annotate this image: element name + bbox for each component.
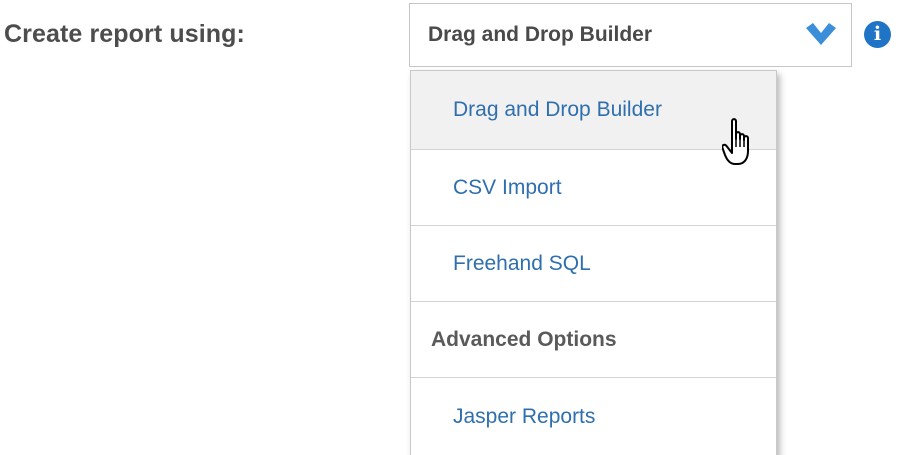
select-toggle-button[interactable] [791,4,851,66]
info-icon[interactable]: i [864,21,891,48]
create-report-label: Create report using: [4,20,245,48]
menu-item-label: Jasper Reports [453,405,596,428]
menu-group-header-label: Advanced Options [431,327,617,351]
menu-item-jasper-reports[interactable]: Jasper Reports [411,378,776,455]
select-current-value: Drag and Drop Builder [428,23,653,46]
menu-item-freehand-sql[interactable]: Freehand SQL [411,226,776,302]
hand-pointer-cursor-icon [722,118,749,165]
chevron-down-icon [806,23,836,45]
report-creation-page: Create report using: Drag and Drop Build… [0,0,900,455]
menu-item-label: Drag and Drop Builder [453,98,662,121]
menu-group-header-advanced-options: Advanced Options [411,302,776,378]
menu-item-label: CSV Import [453,175,562,199]
report-type-select[interactable]: Drag and Drop Builder [409,3,852,67]
menu-item-label: Freehand SQL [453,251,591,275]
